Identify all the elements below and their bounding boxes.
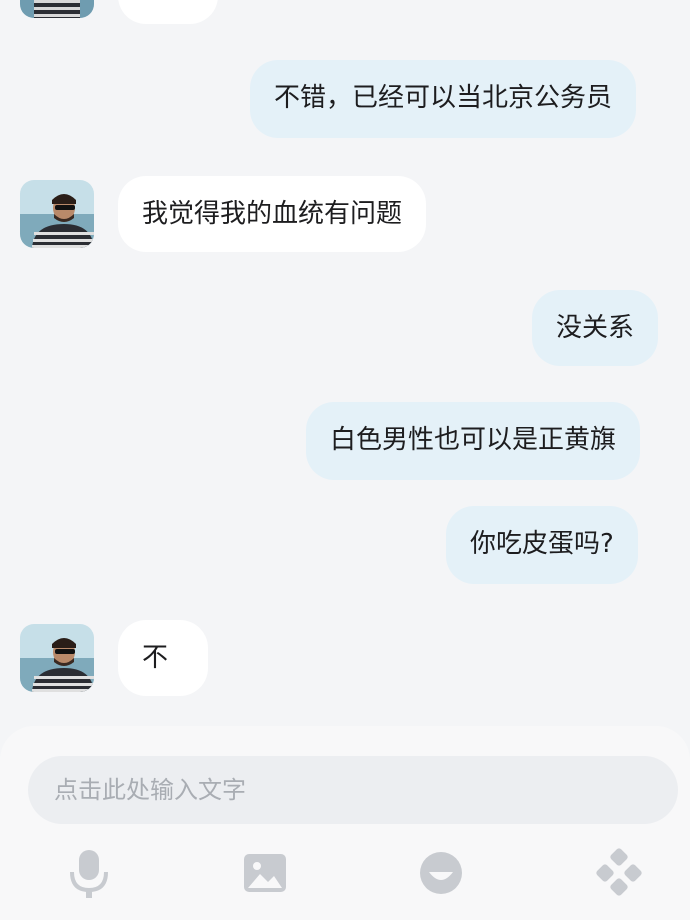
microphone-icon[interactable] <box>62 846 116 900</box>
message-bubble-sent[interactable]: 你吃皮蛋吗? <box>446 506 638 584</box>
input-placeholder: 点击此处输入文字 <box>54 776 246 804</box>
message-bubble-sent[interactable]: 没关系 <box>532 290 659 366</box>
message-text: 白色男性也可以是正黄旗 <box>330 425 617 455</box>
message-text: 没关系 <box>556 313 635 343</box>
message-bubble-sent[interactable]: 不错，已经可以当北京公务员 <box>250 60 637 138</box>
message-bubble-partial <box>118 0 218 24</box>
message-text: 不错，已经可以当北京公务员 <box>274 83 613 113</box>
chat-area: 不错，已经可以当北京公务员 我觉得我的血统有问题 没关系 白色男性也可以是正黄旗… <box>0 0 690 730</box>
message-text: 我觉得我的血统有问题 <box>142 199 403 229</box>
contact-avatar[interactable] <box>20 180 94 248</box>
more-icon[interactable] <box>592 846 646 900</box>
image-icon[interactable] <box>238 846 292 900</box>
message-bubble-received[interactable]: 我觉得我的血统有问题 <box>118 176 427 252</box>
message-bubble-sent[interactable]: 白色男性也可以是正黄旗 <box>306 402 641 480</box>
emoji-icon[interactable] <box>414 846 468 900</box>
message-bubble-received[interactable]: 不 <box>118 620 208 696</box>
contact-avatar[interactable] <box>20 624 94 692</box>
message-input[interactable]: 点击此处输入文字 <box>28 756 678 824</box>
contact-avatar[interactable] <box>20 0 94 18</box>
message-text: 不 <box>142 643 169 673</box>
message-text: 你吃皮蛋吗? <box>470 529 614 559</box>
